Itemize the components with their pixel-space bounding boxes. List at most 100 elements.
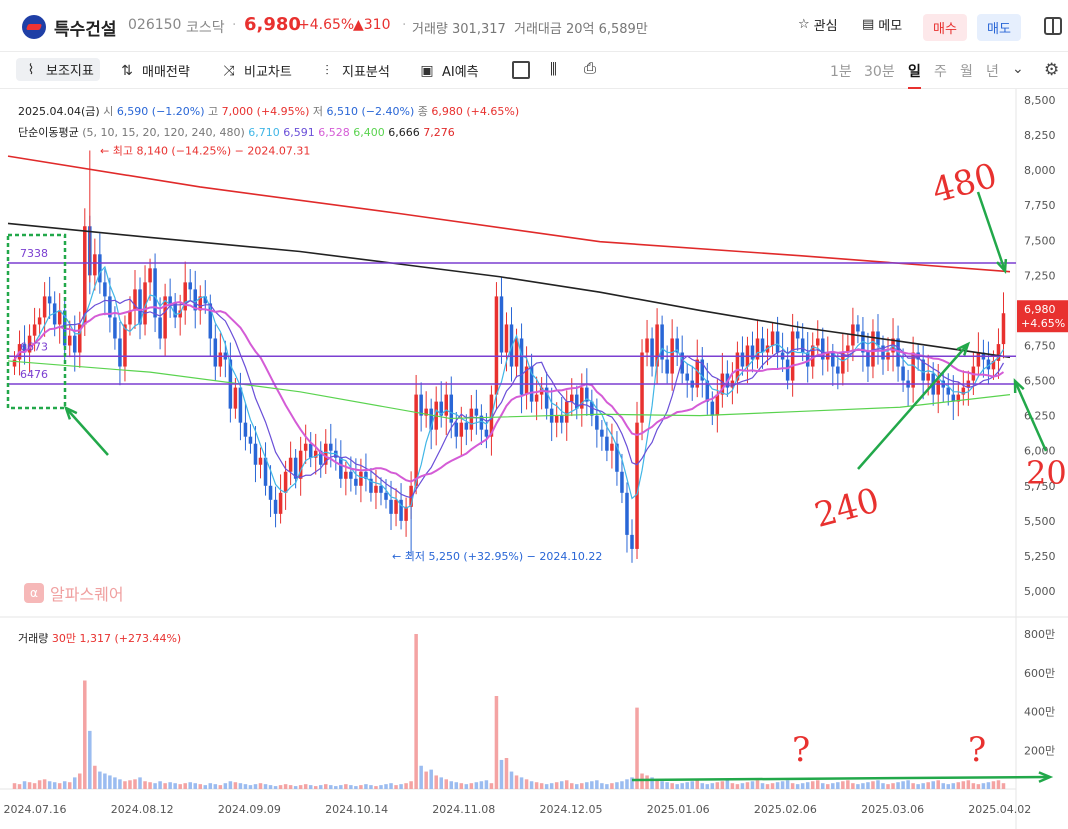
candle	[47, 276, 52, 319]
candle-body	[118, 338, 122, 367]
gear-icon[interactable]: ⚙	[1044, 60, 1059, 80]
stock-code: 026150	[128, 17, 182, 33]
ma240-line	[7, 222, 1011, 359]
timeframe-week[interactable]: 주	[934, 61, 947, 81]
camera-icon[interactable]: ⎙	[584, 59, 596, 77]
candle	[976, 332, 981, 378]
timeframe-more-icon[interactable]: ⌄	[1012, 61, 1024, 77]
chart-area[interactable]: 8,5008,2508,0007,7507,5007,2507,0006,750…	[0, 89, 1068, 829]
x-tick-label: 2024.08.12	[111, 803, 174, 816]
candle	[489, 385, 494, 456]
volume-bar	[439, 777, 443, 789]
volume-bar	[564, 780, 569, 789]
level-label: 6673	[20, 340, 48, 353]
indicator-label: 보조지표	[46, 64, 94, 79]
volume-bar	[334, 786, 338, 789]
price-tick-label: 5,000	[1024, 585, 1056, 598]
candle-body	[459, 422, 464, 437]
shuffle-icon: ⤨	[223, 62, 235, 79]
volume-bar	[494, 696, 499, 789]
candlestick-icon[interactable]: ⫼	[550, 60, 557, 78]
volume-bar	[976, 784, 981, 789]
volume-bar	[128, 780, 132, 789]
volume-bar	[123, 781, 127, 789]
volume-bar	[93, 765, 97, 789]
layout-toggle-icon[interactable]	[1044, 17, 1062, 35]
annotation-arrow	[976, 191, 1007, 272]
candle-body	[188, 282, 192, 290]
candle-body	[640, 352, 644, 423]
candle-body	[595, 415, 599, 430]
candle	[419, 382, 423, 432]
volume-bar	[464, 784, 469, 789]
candle-body	[1001, 313, 1006, 345]
sell-button[interactable]: 매도	[977, 14, 1021, 41]
compare-button[interactable]: ⤨ 비교차트	[220, 61, 291, 81]
square-icon[interactable]	[512, 61, 530, 79]
timeframe-year[interactable]: 년	[986, 61, 999, 81]
volume-bar	[374, 786, 378, 789]
memo-button[interactable]: ▤ 메모	[862, 15, 902, 34]
ai-predict-button[interactable]: ▣ AI예측	[418, 61, 478, 81]
separator-dot: ·	[232, 17, 237, 33]
timeframe-1min[interactable]: 1분	[830, 61, 852, 81]
candle-body	[856, 324, 860, 332]
candle	[474, 389, 479, 435]
handwritten-question: ?	[792, 730, 810, 770]
volume-bar	[344, 784, 348, 789]
volume-bar	[896, 782, 900, 789]
candle-body	[580, 387, 584, 409]
volume-bar	[690, 781, 694, 789]
timeframe-30min[interactable]: 30분	[864, 61, 895, 81]
candle-body	[750, 345, 755, 360]
candle	[780, 332, 785, 373]
candle-body	[740, 352, 745, 367]
volume-bar	[32, 783, 37, 789]
volume-bar	[67, 782, 72, 789]
ohlc-info: 2025.04.04(금) 시 6,590 (−1.20%) 고 7,000 (…	[18, 103, 519, 119]
candle	[308, 432, 313, 468]
volume-bar	[956, 782, 961, 789]
indicator-button[interactable]: ⌇ 보조지표	[16, 58, 100, 81]
volume-tick-label: 800만	[1024, 628, 1055, 641]
volume-bar	[660, 781, 664, 789]
analysis-button[interactable]: ⫶ 지표분석	[318, 61, 390, 81]
strategy-button[interactable]: ⇅ 매매전략	[118, 61, 190, 81]
change-amount: ▲310	[353, 17, 391, 33]
buy-button[interactable]: 매수	[923, 14, 967, 41]
volume-bar	[42, 779, 47, 789]
volume-bar	[324, 784, 328, 789]
high-annotation: ← 최고 8,140 (−14.25%) − 2024.07.31	[100, 145, 310, 158]
favorite-label: 관심	[813, 19, 838, 34]
volume-bar	[725, 780, 730, 789]
price-tick-label: 7,750	[1024, 199, 1056, 212]
candle	[173, 293, 177, 329]
volume-bar	[680, 783, 684, 789]
volume-bar	[258, 783, 263, 789]
candle-body	[464, 422, 469, 430]
timeframe-month[interactable]: 월	[960, 61, 973, 81]
candle-body	[339, 457, 343, 479]
candle	[12, 351, 17, 375]
candle-body	[12, 359, 17, 367]
volume-bar	[981, 783, 986, 789]
candle	[183, 261, 187, 325]
price-chart[interactable]: 8,5008,2508,0007,7507,5007,2507,0006,750…	[0, 89, 1068, 829]
close-label: 종	[417, 105, 428, 118]
candle	[329, 423, 333, 468]
candle	[303, 424, 308, 464]
favorite-button[interactable]: ☆ 관심	[798, 15, 838, 34]
candle-body	[685, 373, 689, 381]
candle	[986, 341, 991, 384]
annotation-arrow	[631, 775, 1051, 782]
candle	[439, 381, 443, 428]
volume-bar	[595, 780, 599, 789]
open-label: 시	[103, 105, 114, 118]
candle-body	[404, 506, 408, 521]
candle-body	[785, 359, 790, 381]
volume-bar	[585, 782, 589, 789]
timeframe-day[interactable]: 일	[908, 61, 921, 89]
volume-bar	[223, 783, 228, 789]
candle	[178, 294, 182, 336]
candle	[258, 447, 263, 479]
